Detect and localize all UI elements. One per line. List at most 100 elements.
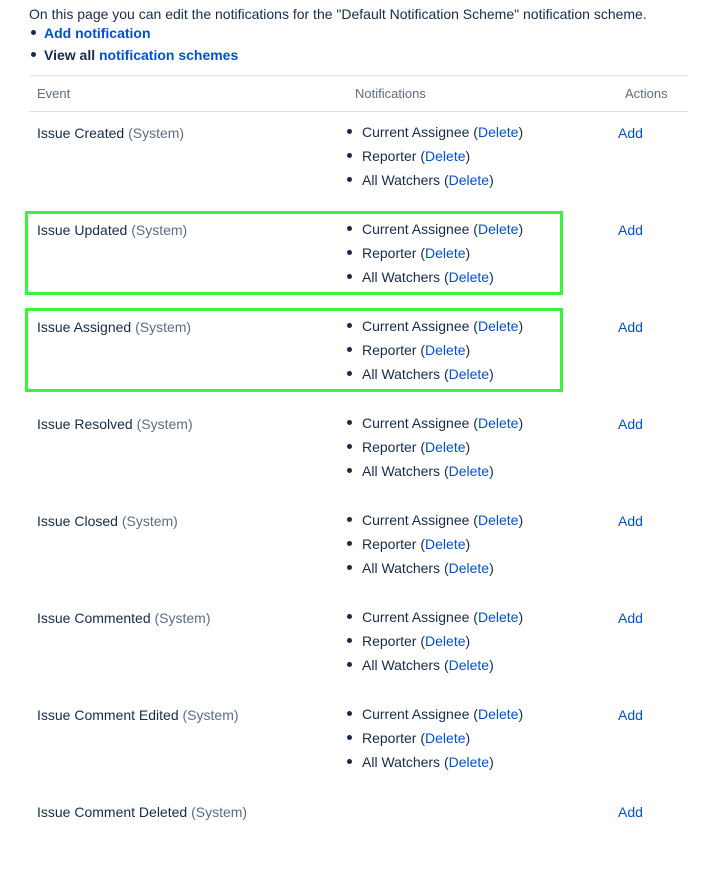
delete-link[interactable]: Delete	[478, 512, 518, 528]
list-item: Current Assignee (Delete)	[347, 608, 617, 632]
delete-link[interactable]: Delete	[425, 633, 465, 649]
add-link[interactable]: Add	[618, 513, 643, 529]
actions-cell: Add	[617, 209, 688, 306]
notification-list: Current Assignee (Delete)Reporter (Delet…	[347, 306, 617, 389]
list-item: All Watchers (Delete)	[347, 171, 617, 195]
delete-link[interactable]: Delete	[425, 245, 465, 261]
notification-list: Current Assignee (Delete)Reporter (Delet…	[347, 694, 617, 777]
event-name: Issue Closed	[37, 513, 118, 529]
actions-cell: Add	[617, 112, 688, 210]
event-cell: Issue Closed (System)	[29, 500, 347, 597]
event-name: Issue Commented	[37, 610, 151, 626]
table-row: Issue Comment Edited (System)Current Ass…	[29, 694, 688, 791]
table-row: Issue Commented (System)Current Assignee…	[29, 597, 688, 694]
notification-recipient: Current Assignee	[362, 415, 469, 431]
list-item: Reporter (Delete)	[347, 341, 617, 365]
list-item: All Watchers (Delete)	[347, 365, 617, 389]
delete-link[interactable]: Delete	[449, 172, 489, 188]
delete-link[interactable]: Delete	[425, 730, 465, 746]
delete-link[interactable]: Delete	[478, 609, 518, 625]
notifications-cell: Current Assignee (Delete)Reporter (Delet…	[347, 306, 617, 403]
delete-link[interactable]: Delete	[449, 366, 489, 382]
actions-cell: Add	[617, 403, 688, 500]
table-body: Issue Created (System)Current Assignee (…	[29, 112, 688, 888]
list-item: All Watchers (Delete)	[347, 462, 617, 486]
actions-cell: Add	[617, 500, 688, 597]
delete-link[interactable]: Delete	[478, 221, 518, 237]
list-item: Current Assignee (Delete)	[347, 123, 617, 147]
notification-recipient: Current Assignee	[362, 221, 469, 237]
event-cell: Issue Assigned (System)	[29, 306, 347, 403]
table-row: Issue Assigned (System)Current Assignee …	[29, 306, 688, 403]
page-description: On this page you can edit the notificati…	[29, 6, 647, 22]
event-type: (System)	[137, 416, 193, 432]
notification-schemes-link[interactable]: notification schemes	[99, 47, 238, 63]
notification-recipient: Reporter	[362, 536, 416, 552]
add-link[interactable]: Add	[618, 416, 643, 432]
delete-link[interactable]: Delete	[425, 536, 465, 552]
list-item: Reporter (Delete)	[347, 729, 617, 753]
delete-link[interactable]: Delete	[425, 342, 465, 358]
event-cell: Issue Created (System)	[29, 112, 347, 210]
event-name: Issue Updated	[37, 222, 127, 238]
add-notification-link[interactable]: Add notification	[44, 25, 151, 41]
add-link[interactable]: Add	[618, 222, 643, 238]
event-name: Issue Created	[37, 125, 124, 141]
event-name: Issue Comment Deleted	[37, 804, 187, 820]
notifications-cell	[347, 791, 617, 888]
event-cell: Issue Resolved (System)	[29, 403, 347, 500]
notification-recipient: Reporter	[362, 633, 416, 649]
delete-link[interactable]: Delete	[478, 124, 518, 140]
operations-item-add: Add notification	[30, 24, 238, 46]
column-header-notifications: Notifications	[347, 76, 617, 112]
delete-link[interactable]: Delete	[478, 415, 518, 431]
delete-link[interactable]: Delete	[449, 463, 489, 479]
table-header-row: Event Notifications Actions	[29, 76, 688, 112]
table-row: Issue Updated (System)Current Assignee (…	[29, 209, 688, 306]
notifications-cell: Current Assignee (Delete)Reporter (Delet…	[347, 694, 617, 791]
add-link[interactable]: Add	[618, 804, 643, 820]
delete-link[interactable]: Delete	[449, 754, 489, 770]
notification-recipient: Reporter	[362, 245, 416, 261]
event-cell: Issue Comment Deleted (System)	[29, 791, 347, 888]
add-link[interactable]: Add	[618, 707, 643, 723]
delete-link[interactable]: Delete	[425, 439, 465, 455]
notification-recipient: All Watchers	[362, 269, 440, 285]
event-cell: Issue Comment Edited (System)	[29, 694, 347, 791]
delete-link[interactable]: Delete	[478, 318, 518, 334]
notification-recipient: Current Assignee	[362, 124, 469, 140]
notification-recipient: Reporter	[362, 730, 416, 746]
delete-link[interactable]: Delete	[425, 148, 465, 164]
event-type: (System)	[122, 513, 178, 529]
table-row: Issue Resolved (System)Current Assignee …	[29, 403, 688, 500]
event-name: Issue Resolved	[37, 416, 133, 432]
notification-list: Current Assignee (Delete)Reporter (Delet…	[347, 209, 617, 292]
notification-recipient: Current Assignee	[362, 609, 469, 625]
notification-list: Current Assignee (Delete)Reporter (Delet…	[347, 597, 617, 680]
add-link[interactable]: Add	[618, 319, 643, 335]
list-item: Current Assignee (Delete)	[347, 414, 617, 438]
table-row: Issue Closed (System)Current Assignee (D…	[29, 500, 688, 597]
operations-list: Add notification View all notification s…	[30, 24, 238, 68]
notification-recipient: All Watchers	[362, 463, 440, 479]
actions-cell: Add	[617, 694, 688, 791]
notifications-cell: Current Assignee (Delete)Reporter (Delet…	[347, 597, 617, 694]
delete-link[interactable]: Delete	[449, 560, 489, 576]
list-item: All Watchers (Delete)	[347, 559, 617, 583]
add-link[interactable]: Add	[618, 610, 643, 626]
event-name: Issue Assigned	[37, 319, 131, 335]
list-item: Reporter (Delete)	[347, 147, 617, 171]
list-item: Current Assignee (Delete)	[347, 220, 617, 244]
list-item: All Watchers (Delete)	[347, 656, 617, 680]
actions-cell: Add	[617, 791, 688, 888]
list-item: All Watchers (Delete)	[347, 753, 617, 777]
list-item: Reporter (Delete)	[347, 535, 617, 559]
delete-link[interactable]: Delete	[478, 706, 518, 722]
delete-link[interactable]: Delete	[449, 269, 489, 285]
delete-link[interactable]: Delete	[449, 657, 489, 673]
event-cell: Issue Updated (System)	[29, 209, 347, 306]
add-link[interactable]: Add	[618, 125, 643, 141]
notification-recipient: All Watchers	[362, 657, 440, 673]
list-item: Reporter (Delete)	[347, 244, 617, 268]
event-cell: Issue Commented (System)	[29, 597, 347, 694]
